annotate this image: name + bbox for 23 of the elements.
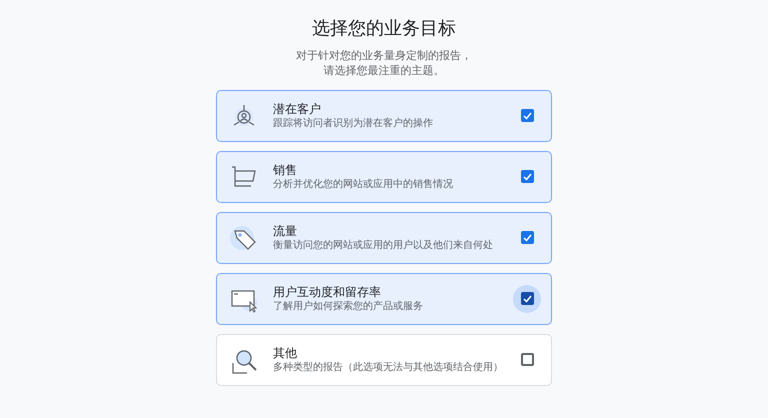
option-description: 分析并优化您的网站或应用中的销售情况: [273, 178, 454, 192]
option-label: 用户互动度和留存率: [273, 284, 382, 300]
goal-option-card[interactable]: 销售 分析并优化您的网站或应用中的销售情况: [216, 150, 552, 203]
option-label: 潜在客户: [273, 100, 322, 117]
checkbox[interactable]: [520, 170, 534, 184]
subtitle-line: 对于针对您的业务量身定制的报告，: [296, 48, 472, 62]
goal-option-card[interactable]: 流量 衡量访问您的网站或应用的用户以及他们来自何处: [216, 212, 552, 264]
subtitle-line: 请选择您最注重的主题。: [324, 64, 444, 77]
option-description: 了解用户如何探索您的产品或服务: [273, 300, 424, 314]
checkbox[interactable]: [520, 231, 534, 244]
checkbox[interactable]: [520, 109, 534, 122]
goal-option-card[interactable]: 其他 多种类型的报告（此选项无法与其他选项结合使用）: [216, 334, 552, 386]
option-description: 衡量访问您的网站或应用的用户以及他们来自何处: [273, 238, 494, 253]
option-label: 流量: [273, 222, 298, 239]
option-description: 跟踪将访问者识别为潜在客户的操作: [273, 116, 434, 131]
option-label: 销售: [273, 162, 298, 178]
goal-option-card[interactable]: 潜在客户 跟踪将访问者识别为潜在客户的操作: [216, 90, 552, 142]
checkbox[interactable]: [520, 353, 534, 366]
option-label: 其他: [273, 344, 298, 361]
option-description: 多种类型的报告（此选项无法与其他选项结合使用）: [273, 360, 499, 375]
goal-option-card[interactable]: 用户互动度和留存率 了解用户如何探索您的产品或服务: [216, 272, 552, 325]
page-title: 选择您的业务目标: [311, 18, 457, 40]
checkbox[interactable]: [520, 292, 534, 306]
